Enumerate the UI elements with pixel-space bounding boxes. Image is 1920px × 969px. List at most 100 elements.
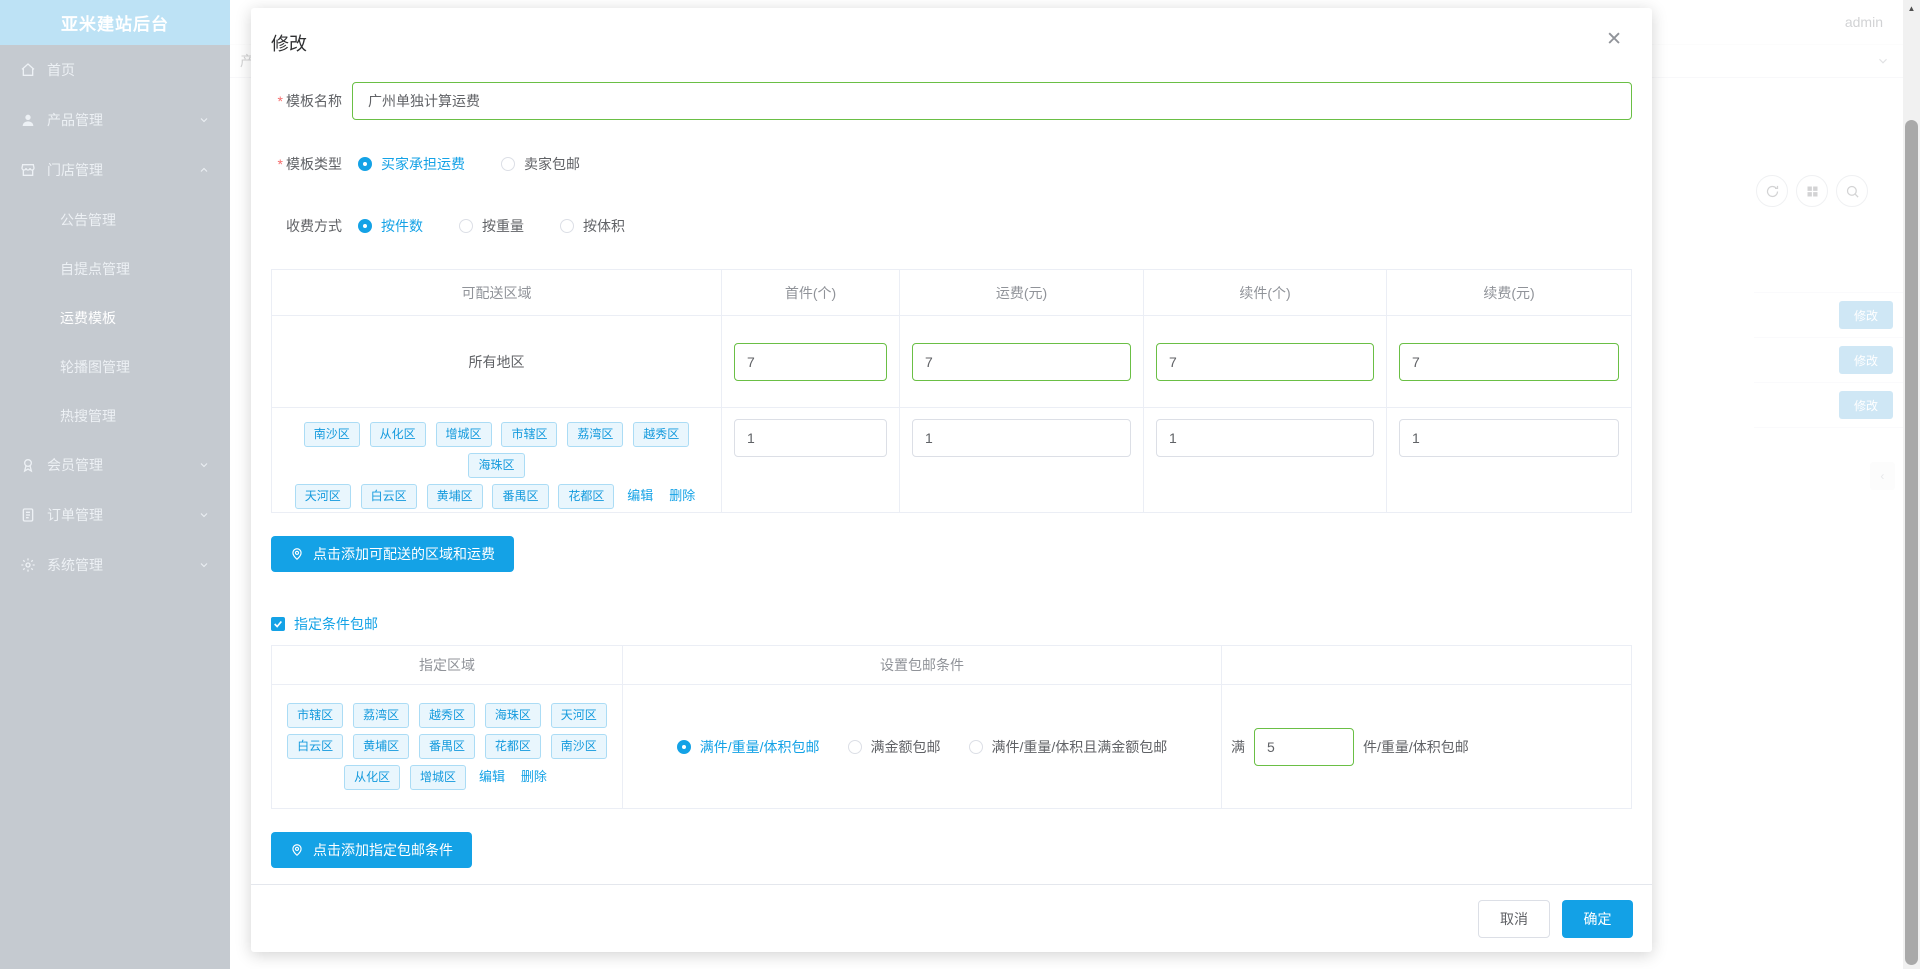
required-asterisk: * bbox=[277, 93, 283, 109]
free-shipping-row: 市辖区 荔湾区 越秀区 海珠区 天河区 白云区 黄埔区 番禺区 花都区 南沙区 bbox=[271, 684, 1632, 809]
additional-fee-input[interactable] bbox=[1399, 342, 1619, 381]
additional-fee-input[interactable] bbox=[1399, 419, 1619, 457]
first-qty-input[interactable] bbox=[734, 342, 887, 381]
threshold-input[interactable] bbox=[1254, 727, 1354, 766]
region-tag: 增城区 bbox=[435, 422, 492, 447]
region-tag: 黄埔区 bbox=[426, 484, 483, 509]
free-condition-cell: 满件/重量/体积包邮 满金额包邮 满件/重量/体积且满金额包邮 bbox=[622, 684, 1222, 809]
radio-unselected-icon bbox=[560, 219, 574, 233]
dialog-title: 修改 bbox=[271, 34, 307, 54]
first-qty-input[interactable] bbox=[734, 419, 887, 457]
region-tag: 市辖区 bbox=[501, 422, 558, 447]
region-tag: 花都区 bbox=[558, 484, 615, 509]
radio-by-weight[interactable]: 按重量 bbox=[459, 216, 524, 236]
delete-regions-link[interactable]: 删除 bbox=[669, 488, 695, 503]
template-name-label: * 模板名称 bbox=[277, 93, 342, 109]
radio-label: 满件/重量/体积包邮 bbox=[699, 738, 820, 755]
fee-input[interactable] bbox=[912, 342, 1131, 381]
region-cell: 所有地区 bbox=[271, 315, 722, 408]
region-tag: 黄埔区 bbox=[353, 734, 410, 759]
region-tag: 从化区 bbox=[369, 422, 426, 447]
region-tags-cell: 南沙区 从化区 增城区 市辖区 荔湾区 越秀区 海珠区 天河区 白云区 黄埔区 … bbox=[271, 407, 722, 513]
add-condition-button[interactable]: 点击添加指定包邮条件 bbox=[271, 832, 472, 868]
location-pin-icon bbox=[292, 548, 302, 561]
region-tag: 天河区 bbox=[294, 484, 351, 509]
radio-unselected-icon bbox=[968, 739, 983, 754]
edit-regions-link[interactable]: 编辑 bbox=[479, 769, 505, 784]
checkbox-checked-icon[interactable] bbox=[271, 617, 285, 631]
region-tag: 荔湾区 bbox=[353, 703, 410, 728]
column-header-blank bbox=[1221, 645, 1632, 685]
delete-regions-link[interactable]: 删除 bbox=[521, 769, 547, 784]
radio-label: 卖家包邮 bbox=[524, 156, 580, 172]
radio-label: 买家承担运费 bbox=[381, 156, 465, 172]
conditional-free-shipping-label[interactable]: 指定条件包邮 bbox=[294, 614, 378, 634]
close-icon[interactable]: ✕ bbox=[1606, 30, 1622, 49]
radio-seller-free[interactable]: 卖家包邮 bbox=[501, 154, 580, 174]
radio-qty-free[interactable]: 满件/重量/体积包邮 bbox=[676, 737, 820, 757]
radio-label: 按重量 bbox=[482, 218, 524, 234]
radio-selected-icon bbox=[358, 157, 372, 171]
conditional-free-shipping-row: 指定条件包邮 bbox=[271, 614, 1632, 634]
column-header-additional-fee: 续费(元) bbox=[1386, 269, 1632, 316]
tag-line: 市辖区 荔湾区 越秀区 海珠区 天河区 bbox=[272, 700, 622, 731]
fee-row-districts: 南沙区 从化区 增城区 市辖区 荔湾区 越秀区 海珠区 天河区 白云区 黄埔区 … bbox=[271, 407, 1632, 513]
region-tag: 花都区 bbox=[484, 734, 541, 759]
free-shipping-table: 指定区域 设置包邮条件 市辖区 荔湾区 越秀区 海珠区 天河区 白云区 黄埔区 bbox=[271, 645, 1632, 809]
region-tag: 市辖区 bbox=[287, 703, 344, 728]
radio-by-volume[interactable]: 按体积 bbox=[560, 216, 625, 236]
charge-method-radio-group: 按件数 按重量 按体积 bbox=[352, 216, 625, 236]
charge-method-label: 收费方式 bbox=[286, 218, 342, 234]
browser-scrollbar[interactable]: ▲ bbox=[1903, 0, 1920, 969]
region-tag: 增城区 bbox=[410, 765, 467, 790]
specified-region-cell: 市辖区 荔湾区 越秀区 海珠区 天河区 白云区 黄埔区 番禺区 花都区 南沙区 bbox=[271, 684, 623, 809]
template-type-row: * 模板类型 买家承担运费 卖家包邮 bbox=[271, 154, 1632, 174]
location-pin-icon bbox=[292, 844, 302, 857]
radio-label: 按件数 bbox=[381, 218, 423, 234]
radio-label: 按体积 bbox=[583, 218, 625, 234]
threshold-cell: 满 件/重量/体积包邮 bbox=[1221, 684, 1632, 809]
template-type-radio-group: 买家承担运费 卖家包邮 bbox=[352, 154, 580, 174]
radio-buyer-pays[interactable]: 买家承担运费 bbox=[358, 154, 465, 174]
tag-line: 南沙区 从化区 增城区 市辖区 荔湾区 越秀区 海珠区 bbox=[272, 419, 721, 481]
add-condition-button-label: 点击添加指定包邮条件 bbox=[313, 842, 453, 858]
edit-template-dialog: 修改 ✕ *模板名称 *模板类型 买家承担运费 卖家包邮 收费方式 bbox=[251, 8, 1652, 952]
column-header-first-qty: 首件(个) bbox=[721, 269, 900, 316]
edit-regions-link[interactable]: 编辑 bbox=[627, 488, 653, 503]
template-type-label: * 模板类型 bbox=[277, 156, 342, 172]
region-tag: 海珠区 bbox=[468, 453, 525, 478]
region-tag: 白云区 bbox=[360, 484, 417, 509]
tag-line: 白云区 黄埔区 番禺区 花都区 南沙区 bbox=[272, 731, 622, 762]
scroll-up-arrow[interactable]: ▲ bbox=[1903, 0, 1920, 16]
column-header-additional-qty: 续件(个) bbox=[1143, 269, 1387, 316]
radio-by-piece[interactable]: 按件数 bbox=[358, 216, 423, 236]
radio-qty-and-amount-free[interactable]: 满件/重量/体积且满金额包邮 bbox=[968, 737, 1167, 757]
confirm-button[interactable]: 确定 bbox=[1562, 899, 1633, 938]
fee-input[interactable] bbox=[912, 419, 1131, 457]
radio-selected-icon bbox=[676, 739, 691, 754]
region-tag: 天河区 bbox=[550, 703, 607, 728]
cancel-button[interactable]: 取消 bbox=[1478, 899, 1550, 938]
radio-unselected-icon bbox=[847, 739, 862, 754]
tag-line: 从化区 增城区 编辑 删除 bbox=[272, 762, 622, 793]
region-tag: 白云区 bbox=[287, 734, 344, 759]
tag-line: 天河区 白云区 黄埔区 番禺区 花都区 编辑 删除 bbox=[272, 481, 721, 512]
fee-row-all-regions: 所有地区 bbox=[271, 315, 1632, 408]
additional-qty-input[interactable] bbox=[1156, 419, 1374, 457]
template-name-row: * 模板名称 bbox=[271, 82, 1632, 120]
column-header-fee: 运费(元) bbox=[899, 269, 1144, 316]
column-header-free-condition: 设置包邮条件 bbox=[622, 645, 1222, 685]
region-tag: 荔湾区 bbox=[567, 422, 624, 447]
region-tag: 海珠区 bbox=[484, 703, 541, 728]
radio-amount-free[interactable]: 满金额包邮 bbox=[847, 737, 941, 757]
radio-unselected-icon bbox=[501, 157, 515, 171]
fee-table-header-row: 可配送区域 首件(个) 运费(元) 续件(个) 续费(元) bbox=[271, 269, 1632, 316]
region-tag: 番禺区 bbox=[492, 484, 549, 509]
template-name-input[interactable] bbox=[352, 82, 1632, 120]
dialog-body: *模板名称 *模板类型 买家承担运费 卖家包邮 收费方式 按 bbox=[251, 82, 1652, 868]
dialog-header: 修改 ✕ bbox=[251, 8, 1652, 56]
add-region-button[interactable]: 点击添加可配送的区域和运费 bbox=[271, 536, 514, 572]
add-region-button-label: 点击添加可配送的区域和运费 bbox=[313, 546, 495, 562]
additional-qty-input[interactable] bbox=[1156, 342, 1374, 381]
scrollbar-thumb[interactable] bbox=[1905, 120, 1918, 965]
